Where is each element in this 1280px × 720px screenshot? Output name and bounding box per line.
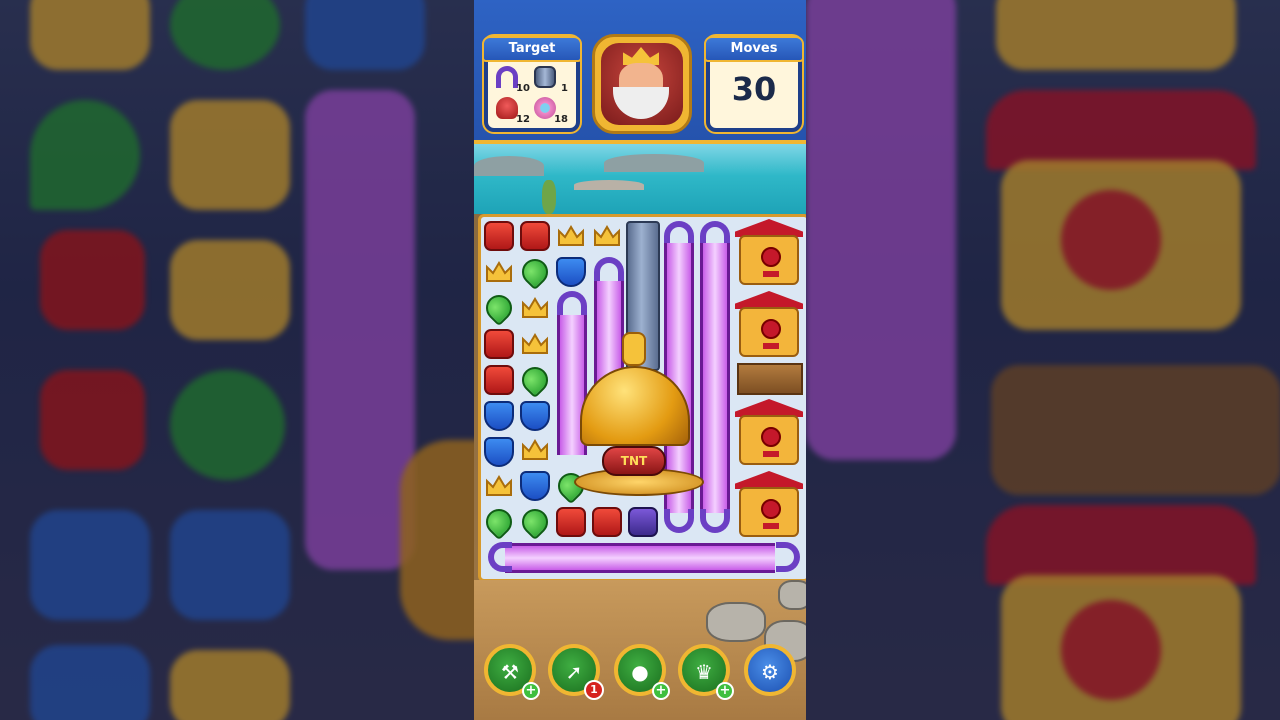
crown-tile[interactable] xyxy=(592,221,622,251)
add-booster-badge[interactable]: + xyxy=(652,682,670,700)
wood-plank xyxy=(737,363,803,395)
crown-tile[interactable] xyxy=(520,329,550,359)
red-cube-tile[interactable] xyxy=(484,329,514,359)
game-screen: Target 10 1 12 18 Moves 30 TNT ⚒ + ➚ 1 ●… xyxy=(474,0,806,720)
magnet-icon xyxy=(496,66,518,88)
crown-icon xyxy=(622,332,646,366)
green-leaf-tile[interactable] xyxy=(516,253,554,291)
magnet-blocker xyxy=(664,509,694,533)
add-booster-badge[interactable]: + xyxy=(522,682,540,700)
crown-tile[interactable] xyxy=(520,435,550,465)
rock xyxy=(778,580,806,610)
magnet-blocker xyxy=(776,542,800,572)
sea-background xyxy=(474,144,806,214)
birdhouse-blocker xyxy=(735,471,803,539)
blue-shield-tile[interactable] xyxy=(556,257,586,287)
tnt-booster[interactable]: TNT xyxy=(602,446,666,476)
add-booster-badge[interactable]: + xyxy=(716,682,734,700)
settings-button[interactable]: ⚙ xyxy=(744,644,796,696)
blurred-background-left xyxy=(0,0,474,720)
birdhouse-blocker xyxy=(735,399,803,467)
king-avatar xyxy=(592,34,692,134)
blurred-background-right xyxy=(806,0,1280,720)
tree-icon xyxy=(542,180,556,214)
target-monster: 12 xyxy=(494,95,530,125)
booster-count-badge: 1 xyxy=(584,680,604,700)
blue-shield-tile[interactable] xyxy=(520,471,550,501)
red-cube-tile[interactable] xyxy=(592,507,622,537)
blue-shield-tile[interactable] xyxy=(484,437,514,467)
crown-tile[interactable] xyxy=(484,257,514,287)
target-flower: 18 xyxy=(532,95,568,125)
magnet-blocker xyxy=(557,291,587,315)
arrow-booster[interactable]: ➚ 1 xyxy=(548,644,604,700)
moves-title: Moves xyxy=(704,36,804,62)
hammer-icon: ⚒ xyxy=(501,660,519,684)
crown-tile[interactable] xyxy=(484,471,514,501)
blue-shield-tile[interactable] xyxy=(520,401,550,431)
green-leaf-tile[interactable] xyxy=(480,503,518,541)
magnet-blocker xyxy=(664,221,694,245)
blue-shield-tile[interactable] xyxy=(484,401,514,431)
red-cube-tile[interactable] xyxy=(484,221,514,251)
green-leaf-tile[interactable] xyxy=(516,503,554,541)
magnet-blocker xyxy=(700,509,730,533)
green-leaf-tile[interactable] xyxy=(516,361,554,399)
moves-counter: 30 xyxy=(731,70,777,108)
magnet-blocker xyxy=(700,221,730,245)
king-beard xyxy=(613,87,669,119)
laser-beam xyxy=(700,243,730,513)
target-title: Target xyxy=(482,36,582,62)
booster-bar: ⚒ + ➚ 1 ● + ♛ + ⚙ xyxy=(474,640,806,720)
hammer-booster[interactable]: ⚒ + xyxy=(484,644,540,700)
green-leaf-tile[interactable] xyxy=(480,289,518,327)
red-cube-tile[interactable] xyxy=(556,507,586,537)
moves-panel: Moves 30 xyxy=(704,36,804,132)
pipe-icon xyxy=(534,66,556,88)
pink-flower-icon xyxy=(534,97,556,119)
crown-tile[interactable] xyxy=(556,221,586,251)
target-magnet: 10 xyxy=(494,64,530,94)
red-cube-tile[interactable] xyxy=(484,365,514,395)
red-monster-icon xyxy=(496,97,518,119)
red-cube-tile[interactable] xyxy=(520,221,550,251)
jester-hat-booster[interactable]: ♛ + xyxy=(678,644,734,700)
golden-cloche xyxy=(580,332,690,446)
magnet-blocker xyxy=(594,257,624,281)
target-panel: Target 10 1 12 18 xyxy=(482,36,582,132)
birdhouse-blocker xyxy=(735,291,803,359)
lantern-tile[interactable] xyxy=(628,507,658,537)
rock xyxy=(706,602,766,642)
jester-hat-icon: ♛ xyxy=(695,660,713,684)
laser-beam-horizontal xyxy=(505,543,775,573)
hud-bar: Target 10 1 12 18 Moves 30 xyxy=(474,0,806,144)
target-pipe: 1 xyxy=(532,64,568,94)
crown-tile[interactable] xyxy=(520,293,550,323)
cannon-booster[interactable]: ● + xyxy=(614,644,670,700)
magnet-blocker xyxy=(488,542,512,572)
birdhouse-blocker xyxy=(735,219,803,287)
gear-icon: ⚙ xyxy=(761,660,779,684)
cannon-icon: ● xyxy=(631,660,649,684)
